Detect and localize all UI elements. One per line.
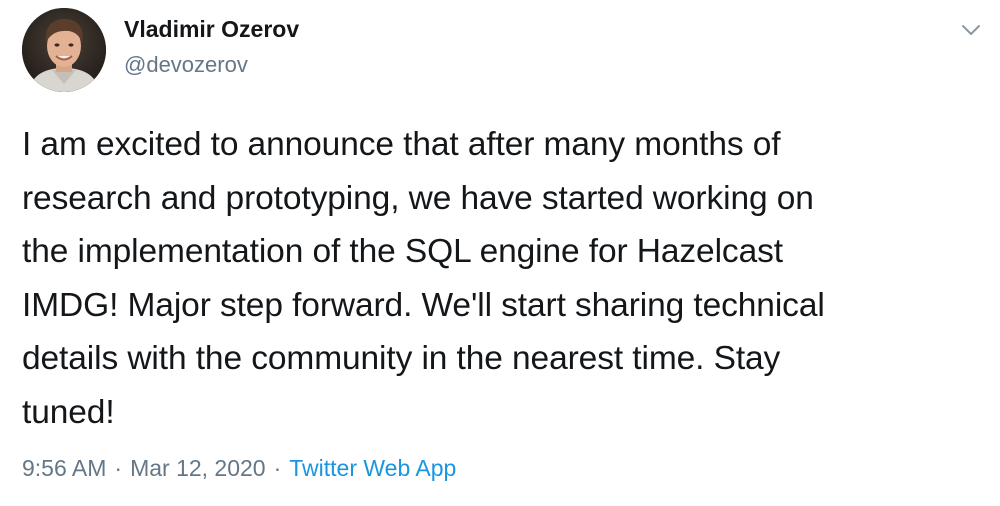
tweet-text-line: I am excited to announce that after many… <box>22 126 781 163</box>
tweet-time[interactable]: 9:56 AM <box>22 455 106 481</box>
author-handle[interactable]: @devozerov <box>124 52 248 78</box>
author-name[interactable]: Vladimir Ozerov <box>124 16 299 43</box>
tweet-source-link[interactable]: Twitter Web App <box>289 455 456 481</box>
tweet-meta: 9:56 AM · Mar 12, 2020 · Twitter Web App <box>22 455 456 482</box>
chevron-down-icon[interactable] <box>957 16 985 44</box>
tweet-date[interactable]: Mar 12, 2020 <box>130 455 266 481</box>
tweet-text-line: research and prototyping, we have starte… <box>22 179 814 217</box>
meta-separator: · <box>114 455 123 481</box>
meta-separator: · <box>273 455 282 481</box>
tweet-text-line: the implementation of the SQL engine for… <box>22 233 783 270</box>
tweet-text: I am excited to announce that after many… <box>22 118 982 439</box>
avatar[interactable] <box>22 8 106 92</box>
tweet-text-line: details with the community in the neares… <box>22 340 781 377</box>
tweet-text-line: tuned! <box>22 393 115 431</box>
tweet-card: Vladimir Ozerov @devozerov I am excited … <box>0 0 1000 506</box>
tweet-text-line: IMDG! Major step forward. We'll start sh… <box>22 286 825 324</box>
